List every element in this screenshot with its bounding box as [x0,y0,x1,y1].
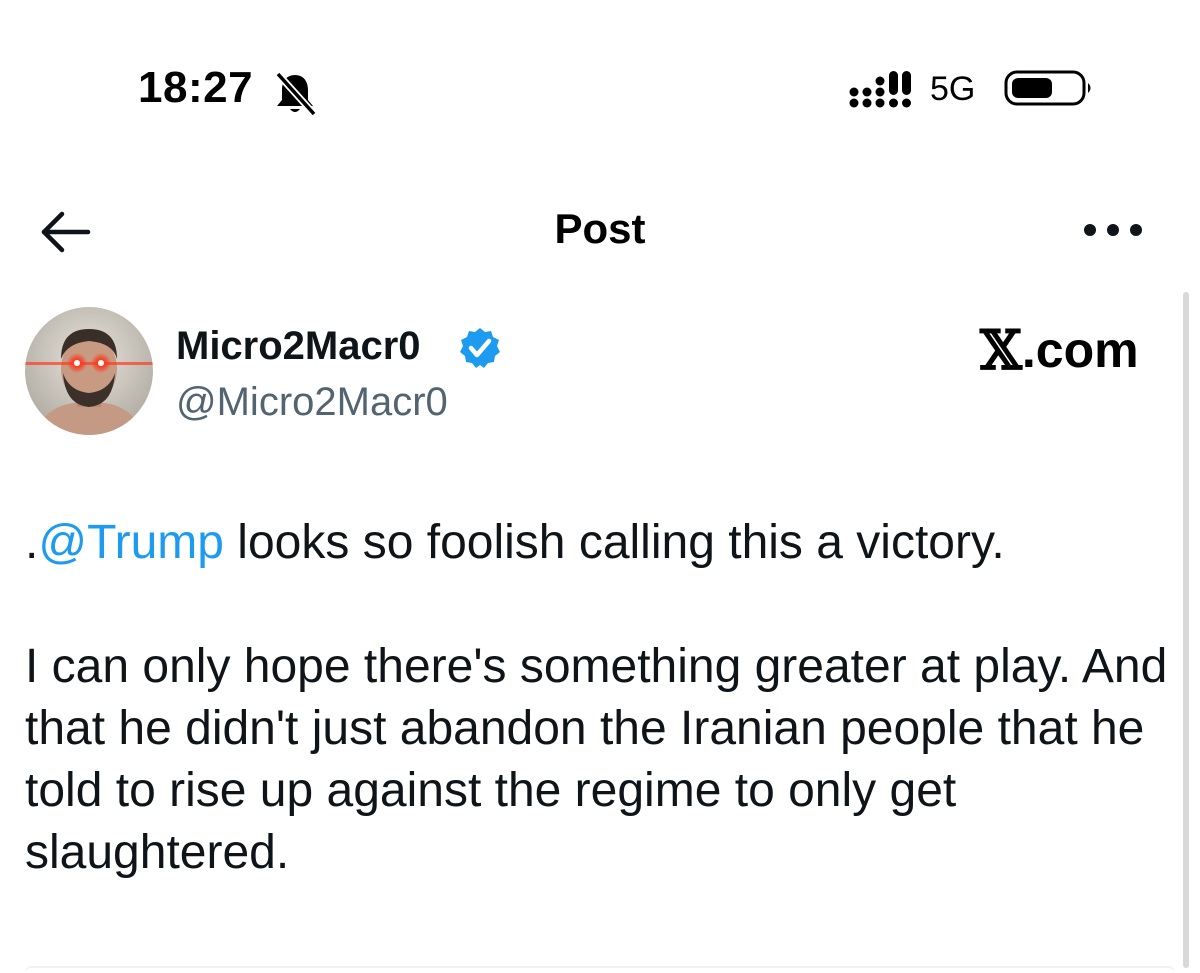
next-card-edge [25,966,1175,973]
verified-badge-icon[interactable] [458,326,502,370]
more-options-icon[interactable] [1082,218,1144,242]
post-paragraph-1: .@Trump looks so foolish calling this a … [25,512,1175,574]
status-time: 18:27 [138,63,254,112]
user-handle[interactable]: @Micro2Macr0 [176,378,448,426]
post-text: .@Trump looks so foolish calling this a … [25,512,1175,884]
page-title: Post [554,205,646,252]
post-prefix: . [25,516,39,569]
status-bar: 18:27 5G [0,0,1200,150]
post-paragraph-2: I can only hope there's something greate… [25,640,1181,879]
mention-link[interactable]: @Trump [38,516,224,569]
battery-icon [1004,70,1091,106]
watermark-domain: .com [1021,322,1139,378]
signal-icon [849,71,911,108]
x-logo-icon: 𝕏 [980,318,1022,382]
network-label: 5G [930,70,976,108]
x-com-watermark: 𝕏 .com [980,320,1139,380]
bell-slash-icon [275,71,317,116]
scrollbar[interactable] [1183,292,1189,968]
avatar[interactable] [25,307,153,435]
display-name[interactable]: Micro2Macr0 [176,322,421,370]
nav-bar: Post [0,180,1200,280]
post-text-1: looks so foolish calling this a victory. [223,516,1005,569]
